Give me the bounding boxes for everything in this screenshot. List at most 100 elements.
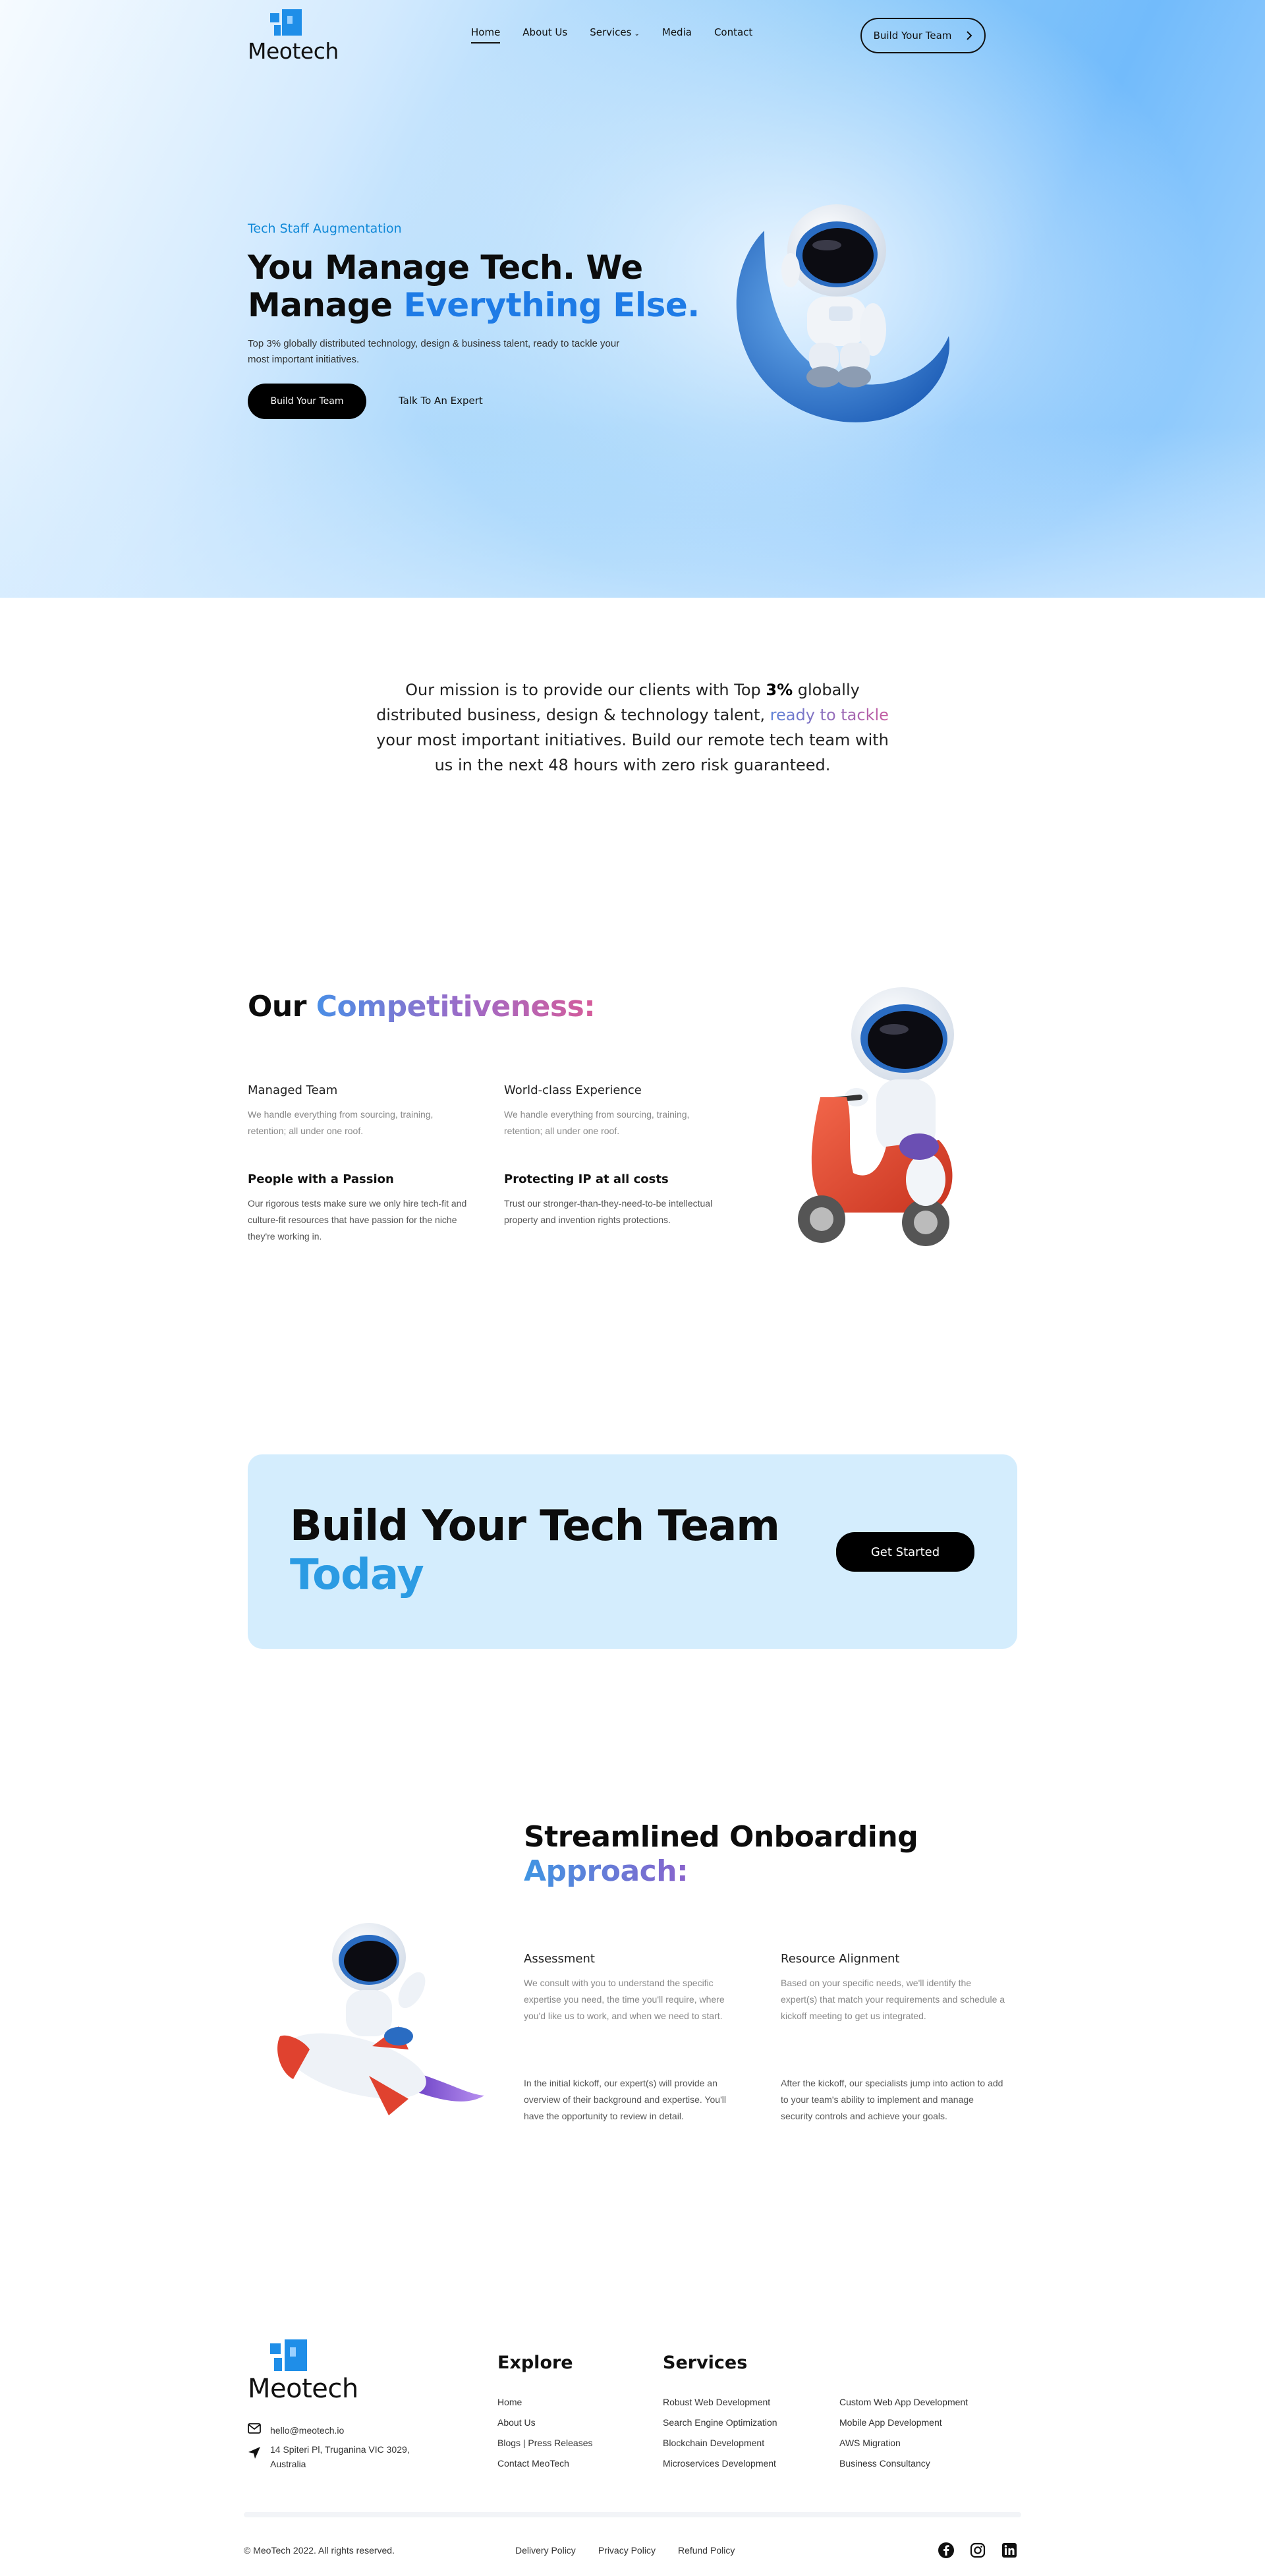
header-build-team-button[interactable]: Build Your Team	[860, 18, 986, 53]
feature-text: We handle everything from sourcing, trai…	[248, 1109, 434, 1136]
feature-text: Trust our stronger-than-they-need-to-be …	[504, 1198, 713, 1225]
step-title: Assessment	[524, 1952, 595, 1966]
competitiveness-title-accent: Competitiveness:	[316, 990, 596, 1023]
step-text: After the kickoff, our specialists jump …	[781, 2078, 1003, 2121]
footer-explore-title: Explore	[497, 2353, 573, 2373]
get-started-button[interactable]: Get Started	[836, 1532, 974, 1572]
footer-service-link[interactable]: Blockchain Development	[663, 2433, 777, 2453]
instagram-icon[interactable]	[969, 2541, 987, 2560]
hero-title-line2: Manage	[248, 286, 404, 324]
cta-banner: Build Your Tech Team Today Get Started	[248, 1454, 1017, 1649]
hero-build-team-button[interactable]: Build Your Team	[248, 384, 366, 419]
address-line1: 14 Spiteri Pl, Truganina VIC 3029,	[270, 2444, 410, 2455]
hero-title: You Manage Tech. We Manage Everything El…	[248, 249, 700, 324]
step-implementation: After the kickoff, our specialists jump …	[781, 2075, 1008, 2125]
talk-to-expert-link[interactable]: Talk To An Expert	[399, 395, 483, 407]
footer-service-link[interactable]: Mobile App Development	[839, 2413, 968, 2433]
mission-bold: 3%	[766, 681, 793, 699]
cta-title-line2: Today	[290, 1551, 424, 1599]
astronaut-on-moon-illustration	[736, 204, 950, 422]
header-build-team-label: Build Your Team	[873, 30, 952, 42]
footer-explore-list: Home About Us Blogs | Press Releases Con…	[497, 2392, 592, 2474]
feature-text: Our rigorous tests make sure we only hir…	[248, 1198, 467, 1242]
copyright: © MeoTech 2022. All rights reserved.	[244, 2545, 395, 2556]
step-assessment: Assessment We consult with you to unders…	[524, 1952, 745, 2024]
cta-title: Build Your Tech Team Today	[290, 1502, 780, 1599]
mission-part1: Our mission is to provide our clients wi…	[405, 681, 766, 699]
feature-title: World-class Experience	[504, 1083, 642, 1097]
step-resource-alignment: Resource Alignment Based on your specifi…	[781, 1952, 1008, 2024]
header-logo[interactable]: Meotech	[248, 9, 339, 64]
footer-email[interactable]: hello@meotech.io	[248, 2423, 344, 2438]
nav-item-contact[interactable]: Contact	[714, 26, 752, 43]
nav-item-home[interactable]: Home	[471, 26, 501, 43]
footer-services-title: Services	[663, 2353, 748, 2373]
footer-address-text: 14 Spiteri Pl, Truganina VIC 3029, Austra…	[270, 2442, 410, 2471]
footer-logo-text: Meotech	[248, 2374, 358, 2404]
nav-item-services-label: Services	[590, 26, 632, 38]
footer-service-link[interactable]: Business Consultancy	[839, 2453, 968, 2474]
cta-title-line1: Build Your Tech Team	[290, 1502, 780, 1551]
hero-title-line1: You Manage Tech. We	[248, 248, 643, 287]
footer-service-link[interactable]: Microservices Development	[663, 2453, 777, 2474]
onboarding-title: Streamlined Onboarding Approach:	[524, 1820, 918, 1889]
hero-eyebrow: Tech Staff Augmentation	[248, 221, 402, 236]
logo-mark-icon	[270, 2339, 310, 2374]
feature-title: Managed Team	[248, 1083, 338, 1097]
refund-policy-link[interactable]: Refund Policy	[678, 2545, 735, 2556]
mission-statement: Our mission is to provide our clients wi…	[369, 677, 896, 778]
feature-managed-team: Managed Team We handle everything from s…	[248, 1083, 472, 1139]
footer-divider	[244, 2512, 1021, 2517]
step-title: Resource Alignment	[781, 1952, 900, 1966]
feature-people-with-passion: People with a Passion Our rigorous tests…	[248, 1172, 472, 1245]
feature-world-class-experience: World-class Experience We handle everyth…	[504, 1083, 728, 1139]
privacy-policy-link[interactable]: Privacy Policy	[598, 2545, 656, 2556]
feature-text: We handle everything from sourcing, trai…	[504, 1109, 690, 1136]
step-kickoff: In the initial kickoff, our expert(s) wi…	[524, 2075, 745, 2125]
legal-links: Delivery Policy Privacy Policy Refund Po…	[515, 2545, 735, 2556]
footer-service-link[interactable]: Custom Web App Development	[839, 2392, 968, 2413]
social-links	[937, 2541, 1019, 2560]
footer-link-blogs[interactable]: Blogs | Press Releases	[497, 2433, 592, 2453]
nav-item-media[interactable]: Media	[662, 26, 692, 43]
feature-title: People with a Passion	[248, 1172, 394, 1186]
nav-item-services[interactable]: Services ⌄	[590, 26, 640, 43]
step-text: In the initial kickoff, our expert(s) wi…	[524, 2078, 726, 2121]
footer-link-home[interactable]: Home	[497, 2392, 592, 2413]
footer-link-about-us[interactable]: About Us	[497, 2413, 592, 2433]
address-line2: Australia	[270, 2459, 306, 2469]
location-arrow-icon	[248, 2447, 260, 2459]
competitiveness-title: Our Competitiveness:	[248, 990, 596, 1023]
footer-link-contact[interactable]: Contact MeoTech	[497, 2453, 592, 2474]
footer-email-text: hello@meotech.io	[270, 2425, 345, 2436]
chevron-down-icon: ⌄	[634, 30, 640, 38]
mail-icon	[248, 2423, 261, 2434]
onboarding-title-line1: Streamlined Onboarding	[524, 1820, 918, 1854]
hero-description: Top 3% globally distributed technology, …	[248, 338, 620, 365]
feature-title: Protecting IP at all costs	[504, 1172, 669, 1186]
onboarding-title-line2: Approach:	[524, 1854, 689, 1888]
step-text: We consult with you to understand the sp…	[524, 1978, 725, 2021]
footer-services-list-2: Custom Web App Development Mobile App De…	[839, 2392, 968, 2474]
footer-service-link[interactable]: AWS Migration	[839, 2433, 968, 2453]
footer-service-link[interactable]: Robust Web Development	[663, 2392, 777, 2413]
facebook-icon[interactable]	[937, 2541, 955, 2560]
footer-services-list-1: Robust Web Development Search Engine Opt…	[663, 2392, 777, 2474]
astronaut-on-scooter-illustration	[798, 987, 954, 1246]
step-text: Based on your specific needs, we'll iden…	[781, 1978, 1005, 2021]
footer-service-link[interactable]: Search Engine Optimization	[663, 2413, 777, 2433]
astronaut-on-rocket-illustration	[277, 1923, 484, 2115]
feature-protecting-ip: Protecting IP at all costs Trust our str…	[504, 1172, 728, 1228]
competitiveness-title-plain: Our	[248, 990, 316, 1023]
footer-address: 14 Spiteri Pl, Truganina VIC 3029, Austra…	[248, 2442, 410, 2471]
mission-part3: your most important initiatives. Build o…	[376, 731, 889, 774]
logo-mark-icon	[270, 9, 304, 38]
logo-text: Meotech	[248, 38, 339, 64]
linkedin-icon[interactable]	[1000, 2541, 1019, 2560]
mission-highlight: ready to tackle	[770, 706, 889, 724]
nav-item-about-us[interactable]: About Us	[522, 26, 567, 43]
hero-title-accent: Everything Else.	[403, 286, 700, 324]
chevron-right-icon	[967, 31, 972, 40]
footer-logo[interactable]: Meotech	[248, 2339, 358, 2404]
delivery-policy-link[interactable]: Delivery Policy	[515, 2545, 576, 2556]
